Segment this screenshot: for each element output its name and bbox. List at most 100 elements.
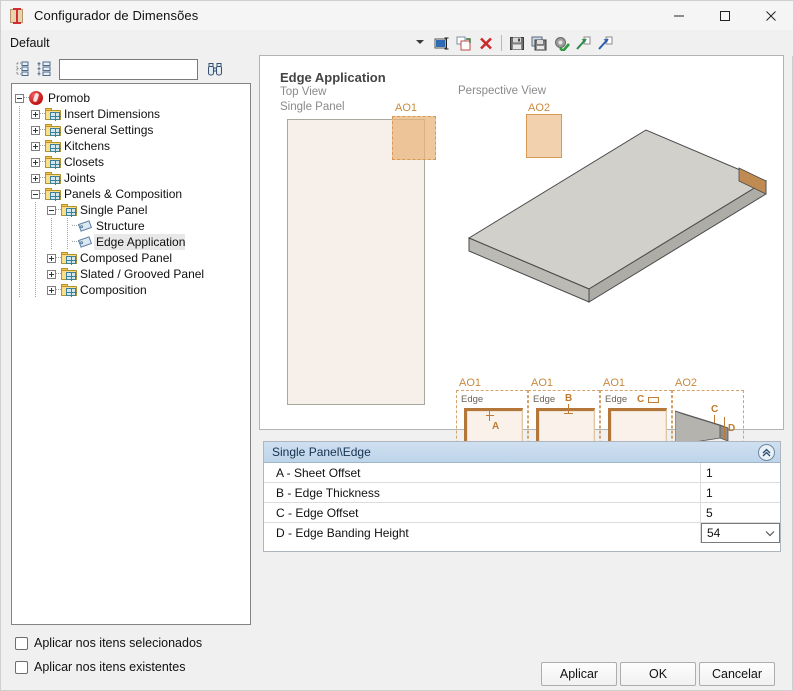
duplicate-icon[interactable] [453,32,475,54]
plus-icon[interactable] [47,286,56,295]
chevron-up-double-icon[interactable] [758,444,775,461]
tree-item-label: Slated / Grooved Panel [78,266,204,282]
tree-expander[interactable] [28,186,44,202]
tree-item-closets[interactable]: Closets [12,154,250,170]
tree-expander[interactable] [44,250,60,266]
tree-expander[interactable] [44,202,60,218]
plus-icon[interactable] [31,174,40,183]
tree-item-structure[interactable]: Structure [12,218,250,234]
minimize-button[interactable] [656,1,702,30]
expand-tree-icon[interactable] [33,58,55,80]
preview-title: Edge Application [280,70,386,85]
plus-icon[interactable] [31,158,40,167]
chevron-down-icon[interactable] [761,524,779,542]
property-value-input[interactable]: 5 [701,503,780,522]
tree-item-label: Kitchens [62,138,110,154]
apply-button[interactable]: Aplicar [541,662,617,686]
dimension-label-d: D [728,423,735,434]
dimension-label-c: C [637,394,644,405]
tree-expander[interactable] [12,90,28,106]
maximize-button[interactable] [702,1,748,30]
tree-item-label: Closets [62,154,104,170]
tree-guide-line [19,106,20,122]
folder-grid-icon [60,266,78,282]
tree-item-label: Insert Dimensions [62,106,160,122]
ok-button[interactable]: OK [620,662,696,686]
binoculars-icon[interactable] [204,58,226,80]
dimension-tick [486,415,494,416]
plus-icon[interactable] [31,142,40,151]
dialog-window: Configurador de Dimensões Default [0,0,793,691]
ao2-highlight-region [526,114,562,158]
tree-item-insert-dimensions[interactable]: Insert Dimensions [12,106,250,122]
tree-expander[interactable] [44,282,60,298]
property-value-input[interactable]: 1 [701,463,780,482]
tree-item-general-settings[interactable]: General Settings [12,122,250,138]
tag-icon [76,218,94,234]
minus-icon[interactable] [47,206,56,215]
tree-item-label: Structure [94,218,145,234]
tree-guide-line [51,234,52,250]
property-value-text: 54 [707,526,720,540]
tree-indent [12,138,28,154]
promob-icon [28,90,46,106]
cancel-button[interactable]: Cancelar [699,662,775,686]
minus-icon[interactable] [15,94,24,103]
property-row[interactable]: C - Edge Offset5 [264,503,780,523]
import-icon[interactable] [572,32,594,54]
property-value-input[interactable]: 1 [701,483,780,502]
tree-indent [28,266,44,282]
tree-guide-line [19,218,20,234]
checkbox-box[interactable] [15,661,28,674]
search-input[interactable] [59,59,198,80]
save-as-icon[interactable] [528,32,550,54]
preset-toolbar-row: Default [1,30,793,56]
tree-item-single-panel[interactable]: Single Panel [12,202,250,218]
property-name: A - Sheet Offset [264,463,701,482]
apply-settings-icon[interactable] [550,32,572,54]
save-icon[interactable] [506,32,528,54]
tree-item-label: Composition [78,282,147,298]
plus-icon[interactable] [31,126,40,135]
close-button[interactable] [748,1,793,30]
tree-view[interactable]: PromobInsert DimensionsGeneral SettingsK… [11,83,251,625]
tree-expander[interactable] [44,266,60,282]
plus-icon[interactable] [47,270,56,279]
plus-icon[interactable] [47,254,56,263]
export-icon[interactable] [594,32,616,54]
property-row[interactable]: A - Sheet Offset1 [264,463,780,483]
tree-indent [12,170,28,186]
property-row[interactable]: B - Edge Thickness1 [264,483,780,503]
diagram-tag: AO1 [459,377,481,389]
chevron-down-icon [416,40,424,44]
property-value-select[interactable]: 54 [701,523,780,543]
rename-icon[interactable] [431,32,453,54]
tree-item-composed-panel[interactable]: Composed Panel [12,250,250,266]
tree-expander[interactable] [28,106,44,122]
property-name: D - Edge Banding Height [264,523,701,543]
tree-item-edge-application[interactable]: Edge Application [12,234,250,250]
property-row[interactable]: D - Edge Banding Height 54 [264,523,780,543]
apply-to-selected-checkbox[interactable]: Aplicar nos itens selecionados [15,636,202,650]
collapse-tree-icon[interactable] [11,58,33,80]
tree-guide-line [19,186,20,202]
tree-item-kitchens[interactable]: Kitchens [12,138,250,154]
tree-expander[interactable] [28,154,44,170]
tree-item-panels-composition[interactable]: Panels & Composition [12,186,250,202]
tree-item-promob[interactable]: Promob [12,90,250,106]
delete-icon[interactable] [475,32,497,54]
tree-item-slated-grooved-panel[interactable]: Slated / Grooved Panel [12,266,250,282]
tree-item-composition[interactable]: Composition [12,282,250,298]
tree-expander[interactable] [28,170,44,186]
minus-icon[interactable] [31,190,40,199]
apply-to-existing-checkbox[interactable]: Aplicar nos itens existentes [15,660,185,674]
tree-expander[interactable] [28,138,44,154]
checkbox-box[interactable] [15,637,28,650]
diagram-edge-label: Edge [461,394,483,405]
preset-dropdown[interactable]: Default [5,31,430,54]
property-grid-header: Single Panel\Edge [264,442,780,463]
plus-icon[interactable] [31,110,40,119]
tree-indent [12,202,28,218]
tree-expander[interactable] [28,122,44,138]
tree-item-joints[interactable]: Joints [12,170,250,186]
